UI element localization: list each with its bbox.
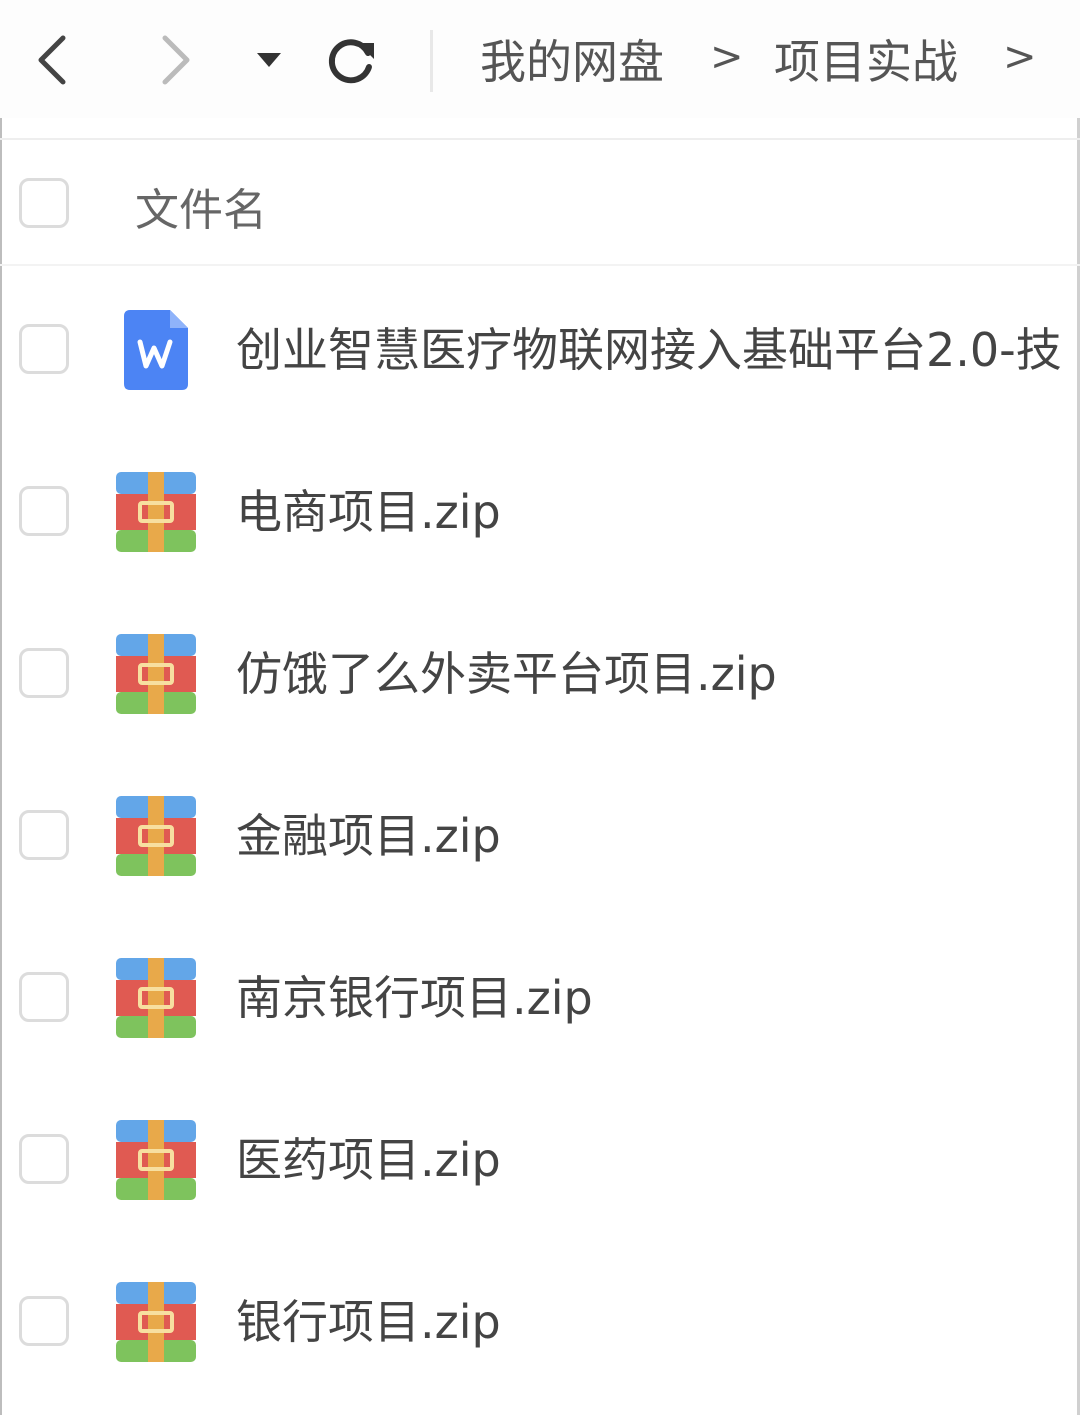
- file-name[interactable]: 仿饿了么外卖平台项目.zip: [236, 638, 777, 704]
- file-name[interactable]: 金融项目.zip: [236, 800, 501, 866]
- word-doc-icon: [124, 310, 188, 390]
- navigation-toolbar: 我的网盘 > 项目实战 >: [0, 0, 1080, 118]
- breadcrumb-separator: >: [710, 34, 744, 80]
- caret-down-icon: [257, 53, 281, 67]
- zip-archive-icon: [116, 1282, 196, 1362]
- forward-button[interactable]: [140, 28, 210, 92]
- zip-archive-icon: [116, 796, 196, 876]
- zip-archive-icon: [116, 958, 196, 1038]
- file-row[interactable]: 仿饿了么外卖平台项目.zip: [0, 592, 1080, 754]
- file-row[interactable]: 银行项目.zip: [0, 1240, 1080, 1402]
- chevron-left-icon: [38, 35, 66, 85]
- zip-archive-icon: [116, 1120, 196, 1200]
- file-row[interactable]: 南京银行项目.zip: [0, 916, 1080, 1078]
- refresh-button[interactable]: [316, 28, 386, 92]
- breadcrumb-project-practice[interactable]: 项目实战: [774, 26, 958, 92]
- file-row[interactable]: 创业智慧医疗物联网接入基础平台2.0-技: [0, 268, 1080, 430]
- zip-archive-icon: [116, 472, 196, 552]
- file-name[interactable]: 南京银行项目.zip: [236, 962, 593, 1028]
- file-name[interactable]: 医药项目.zip: [236, 1124, 501, 1190]
- breadcrumb-separator: >: [1003, 34, 1037, 80]
- history-dropdown-button[interactable]: [234, 28, 304, 92]
- file-row[interactable]: 电商项目.zip: [0, 430, 1080, 592]
- refresh-icon: [328, 39, 374, 84]
- toolbar-divider: [430, 30, 433, 92]
- back-button[interactable]: [18, 28, 88, 92]
- row-checkbox[interactable]: [19, 972, 69, 1022]
- file-row[interactable]: 金融项目.zip: [0, 754, 1080, 916]
- chevron-right-icon: [162, 35, 190, 85]
- row-checkbox[interactable]: [19, 486, 69, 536]
- row-checkbox[interactable]: [19, 1134, 69, 1184]
- row-checkbox[interactable]: [19, 810, 69, 860]
- file-name[interactable]: 银行项目.zip: [236, 1286, 501, 1352]
- row-checkbox[interactable]: [19, 1296, 69, 1346]
- column-header-filename[interactable]: 文件名: [135, 174, 267, 238]
- select-all-checkbox[interactable]: [19, 178, 69, 228]
- zip-archive-icon: [116, 634, 196, 714]
- file-list-header: 文件名: [0, 140, 1080, 266]
- breadcrumb-my-drive[interactable]: 我的网盘: [480, 26, 664, 92]
- row-checkbox[interactable]: [19, 648, 69, 698]
- file-name[interactable]: 创业智慧医疗物联网接入基础平台2.0-技: [236, 314, 1062, 380]
- file-row[interactable]: 医药项目.zip: [0, 1078, 1080, 1240]
- row-checkbox[interactable]: [19, 324, 69, 374]
- file-name[interactable]: 电商项目.zip: [236, 476, 501, 542]
